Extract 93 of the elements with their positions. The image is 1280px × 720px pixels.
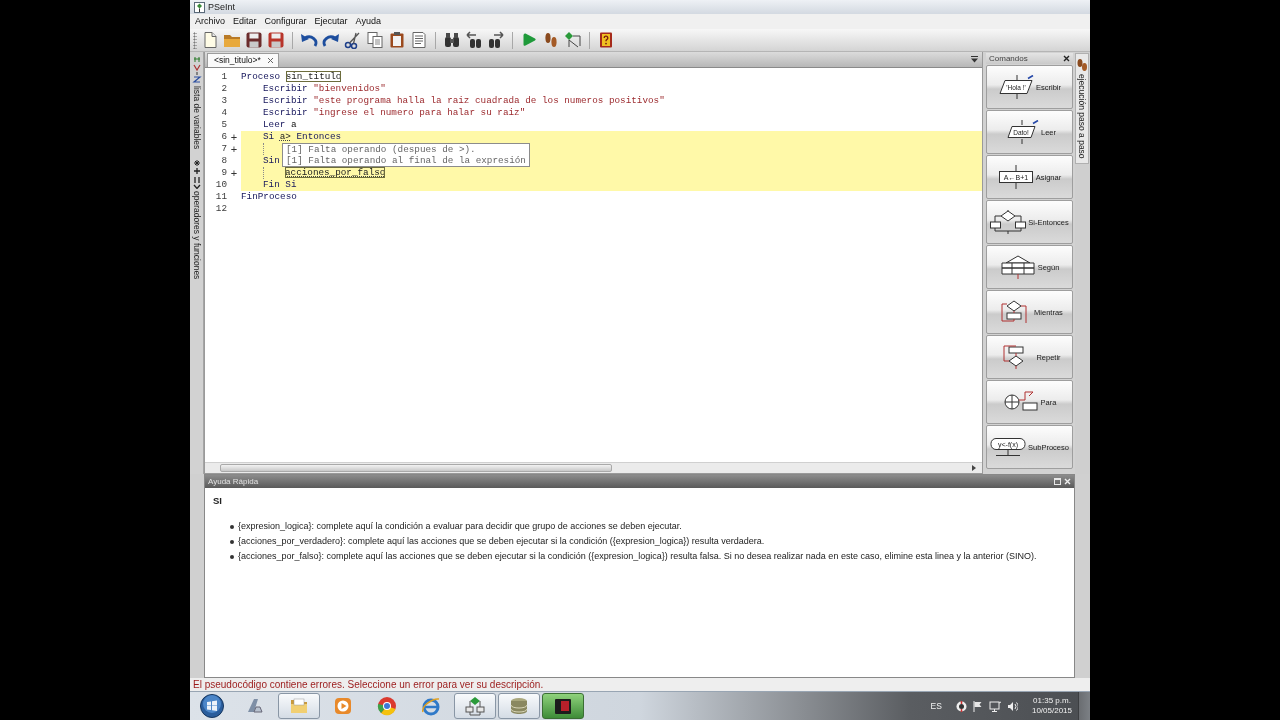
binoculars-arrow-icon[interactable] [487, 31, 505, 49]
redo-arrow-icon[interactable] [322, 31, 340, 49]
line-number: 1 [220, 71, 227, 83]
dropdown-arrow-icon[interactable] [971, 56, 978, 63]
clock-date[interactable]: 10/05/2015 [1031, 706, 1072, 716]
menu-item[interactable]: Configurar [260, 15, 311, 28]
footprints-icon[interactable] [542, 31, 560, 49]
start-orb-icon[interactable] [199, 694, 224, 718]
help-text: {acciones_por_falso}: complete aquí las acciones que se deben ejecutar si la condición ({expresion_logica}) resulta falsa. Si no desea realizar nada en este caso, elimine esta linea y la anterior (SINO). [238, 550, 1037, 563]
line-number: 3 [220, 95, 227, 107]
media-player-icon[interactable] [333, 696, 353, 716]
ring-logo-icon[interactable] [377, 696, 397, 716]
app-logo-icon [194, 1, 205, 13]
device-icon[interactable] [245, 696, 265, 716]
footprints-icon [1076, 58, 1088, 72]
line-number: 12 [214, 203, 227, 215]
line-number: 5 [220, 119, 227, 131]
copy-icon[interactable] [366, 31, 384, 49]
menu-item[interactable]: Archivo [191, 15, 229, 28]
line-number: 2 [220, 83, 227, 95]
side-tab[interactable]: operadores y funciones [190, 159, 203, 280]
new-document-icon[interactable] [201, 31, 219, 49]
close-icon[interactable] [266, 57, 274, 64]
code-line: Si a> Entonces [263, 131, 342, 143]
bullet-icon [230, 539, 234, 544]
panel-title: Comandos [989, 53, 1028, 64]
language-indicator[interactable]: ES [930, 700, 942, 712]
stack-icon[interactable] [509, 696, 529, 716]
speaker-icon[interactable] [1006, 700, 1018, 712]
help-heading: SI [213, 495, 222, 507]
code-line: Leer a [263, 119, 297, 131]
scrollbar-thumb[interactable] [220, 464, 612, 472]
side-tab[interactable]: ejecución paso a paso [1075, 53, 1089, 164]
code-line: Escribir "ingrese el numero para halar su raiz" [263, 107, 526, 119]
operator-symbols-icon [191, 159, 202, 190]
margin-plus: + [230, 131, 238, 143]
panel-title: Ayuda Rápida [208, 476, 259, 487]
code-line: Escribir "este programa halla la raiz cuadrada de los numeros positivos" [263, 95, 665, 107]
line-number: 9 [220, 167, 227, 179]
counter-loop-icon [1002, 390, 1039, 414]
folder-icon[interactable] [289, 696, 309, 716]
line-number: 10 [214, 179, 227, 191]
line-number: 6 [220, 131, 227, 143]
multi-branch-icon [999, 255, 1036, 279]
e-logo-icon[interactable] [421, 696, 441, 716]
status-message: El pseudocódigo contiene errores. Seleccione un error para ver su descripción. [193, 679, 544, 690]
side-tab[interactable]: lista de variables [190, 56, 203, 150]
code-line: Proceso sin_titulo [241, 71, 342, 83]
line-number: 11 [214, 191, 227, 203]
tooltip-line: [1] Falta operando al final de la expresión [286, 155, 526, 166]
scroll-arrow-icon[interactable] [972, 465, 976, 471]
bullet-icon [230, 554, 234, 559]
clock-time[interactable]: 01:35 p.m. [1033, 696, 1071, 706]
round-badge-icon[interactable] [955, 700, 967, 712]
margin-plus: + [230, 167, 238, 179]
menu-item[interactable]: Ejecutar [310, 15, 352, 28]
flowchart-icon[interactable] [564, 31, 582, 49]
editor-tab[interactable]: <sin_titulo>* [207, 53, 279, 67]
code-line: Fin Si [263, 179, 297, 191]
code-line: Sin [263, 155, 280, 167]
symbols-icon [191, 56, 202, 84]
help-text: {acciones_por_verdadero}: complete aquí las acciones que se deben ejecutar si la condición ({expresion_logica}) resulta verdadera. [238, 535, 765, 548]
decision-diamond-icon [990, 210, 1027, 234]
taskbar-button[interactable] [542, 693, 584, 719]
toolbar-grip[interactable] [193, 31, 197, 49]
code-line: acciones_por_falso [285, 167, 386, 179]
restore-icon[interactable] [1054, 478, 1061, 485]
app-tile-icon[interactable] [553, 696, 573, 716]
menu-item[interactable]: Editar [229, 15, 261, 28]
network-icon[interactable] [988, 700, 1001, 712]
show-desktop-button[interactable] [1078, 692, 1090, 720]
help-book-icon[interactable] [597, 31, 615, 49]
horizontal-scrollbar[interactable] [205, 462, 982, 473]
flag-icon[interactable] [972, 700, 983, 712]
bullet-icon [230, 524, 234, 529]
code-line: Escribir "bienvenidos" [263, 83, 386, 95]
help-text: {expresion_logica}: complete aquí la condición a evaluar para decidir que grupo de acciones se deben ejecutar. [238, 520, 682, 533]
flowchart-icon[interactable] [465, 696, 485, 716]
code-line: FinProceso [241, 191, 297, 203]
scissors-icon[interactable] [344, 31, 362, 49]
window-title: PSeInt [208, 1, 236, 13]
undo-arrow-icon[interactable] [300, 31, 318, 49]
line-number: 8 [220, 155, 227, 167]
close-icon[interactable] [1063, 55, 1070, 62]
text-lines-icon[interactable] [410, 31, 428, 49]
binoculars-icon[interactable] [443, 31, 461, 49]
line-number: 7 [220, 143, 227, 155]
binoculars-arrow-icon[interactable] [465, 31, 483, 49]
line-number: 4 [220, 107, 227, 119]
margin-plus: + [230, 143, 238, 155]
clipboard-icon[interactable] [388, 31, 406, 49]
menu-item[interactable]: Ayuda [351, 15, 385, 28]
tooltip-line: [1] Falta operando (despues de >). [286, 144, 477, 155]
